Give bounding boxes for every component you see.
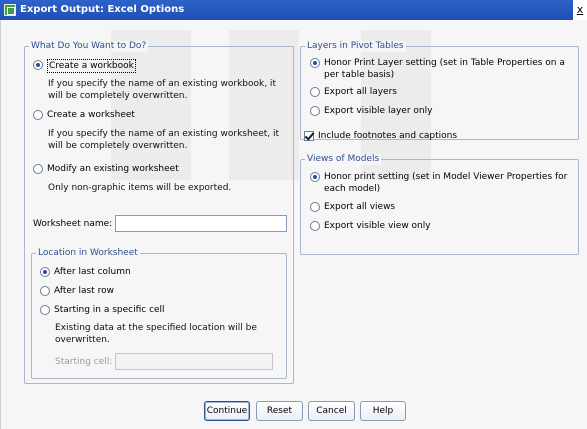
starting-cell-label: Starting cell: [55,357,113,367]
radio-indicator [40,305,50,315]
after-last-row-label: After last row [54,286,114,296]
after-last-column-label: After last column [54,267,131,277]
worksheet-name-label: Worksheet name: [33,219,113,229]
radio-indicator [310,172,320,182]
close-button[interactable]: x [573,0,587,20]
specific-cell-radio[interactable]: Starting in a specific cell [40,304,165,316]
after-last-row-radio[interactable]: After last row [40,285,114,297]
modify-worksheet-label: Modify an existing worksheet [47,164,179,174]
dialog-body: What Do You Want to Do? Create a workboo… [0,20,587,429]
radio-indicator [40,267,50,277]
location-note: Existing data at the specified location … [55,323,257,345]
export-visible-layer-radio[interactable]: Export visible layer only [310,105,432,117]
radio-indicator [33,60,43,70]
export-all-views-radio[interactable]: Export all views [310,201,395,213]
reset-button[interactable]: Reset [256,401,303,421]
include-footnotes-checkbox[interactable]: Include footnotes and captions [304,130,457,142]
export-all-layers-radio[interactable]: Export all layers [310,86,397,98]
export-visible-view-label: Export visible view only [324,221,431,231]
radio-indicator [33,164,43,174]
create-workbook-label: Create a workbook [47,59,136,73]
models-legend: Views of Models [305,154,382,165]
create-worksheet-radio[interactable]: Create a worksheet [33,109,135,121]
what-to-do-legend: What Do You Want to Do? [29,41,149,52]
radio-indicator [310,221,320,231]
radio-indicator [40,286,50,296]
specific-cell-label: Starting in a specific cell [54,305,165,315]
honor-print-layer-radio[interactable]: Honor Print Layer setting (set in Table … [310,57,574,81]
title-bar: Export Output: Excel Options x [0,0,587,20]
checkbox-indicator [304,131,314,141]
radio-indicator [310,202,320,212]
export-all-views-label: Export all views [324,202,396,212]
continue-button[interactable]: Continue [204,401,250,421]
starting-cell-input[interactable] [115,353,273,370]
create-worksheet-desc: If you specify the name of an existing w… [48,129,280,151]
honor-print-layer-label: Honor Print Layer setting (set in Table … [324,58,565,80]
radio-indicator [310,106,320,116]
worksheet-name-input[interactable] [115,215,287,232]
export-visible-layer-label: Export visible layer only [324,106,433,116]
window-title: Export Output: Excel Options [20,4,185,15]
modify-worksheet-desc: Only non-graphic items will be exported. [48,183,232,193]
export-all-layers-label: Export all layers [324,87,397,97]
create-worksheet-label: Create a worksheet [47,110,135,120]
create-workbook-desc: If you specify the name of an existing w… [48,79,276,101]
cancel-button[interactable]: Cancel [308,401,355,421]
honor-print-setting-label: Honor print setting (set in Model Viewer… [324,172,568,194]
location-legend: Location in Worksheet [36,248,140,259]
honor-print-setting-radio[interactable]: Honor print setting (set in Model Viewer… [310,171,574,195]
radio-indicator [33,110,43,120]
after-last-column-radio[interactable]: After last column [40,266,131,278]
export-visible-view-radio[interactable]: Export visible view only [310,220,431,232]
create-workbook-radio[interactable]: Create a workbook [33,59,136,73]
include-footnotes-label: Include footnotes and captions [318,131,458,141]
help-button[interactable]: Help [360,401,406,421]
radio-indicator [310,58,320,68]
app-icon [4,4,16,16]
modify-worksheet-radio[interactable]: Modify an existing worksheet [33,163,179,175]
layers-legend: Layers in Pivot Tables [305,41,406,52]
radio-indicator [310,87,320,97]
